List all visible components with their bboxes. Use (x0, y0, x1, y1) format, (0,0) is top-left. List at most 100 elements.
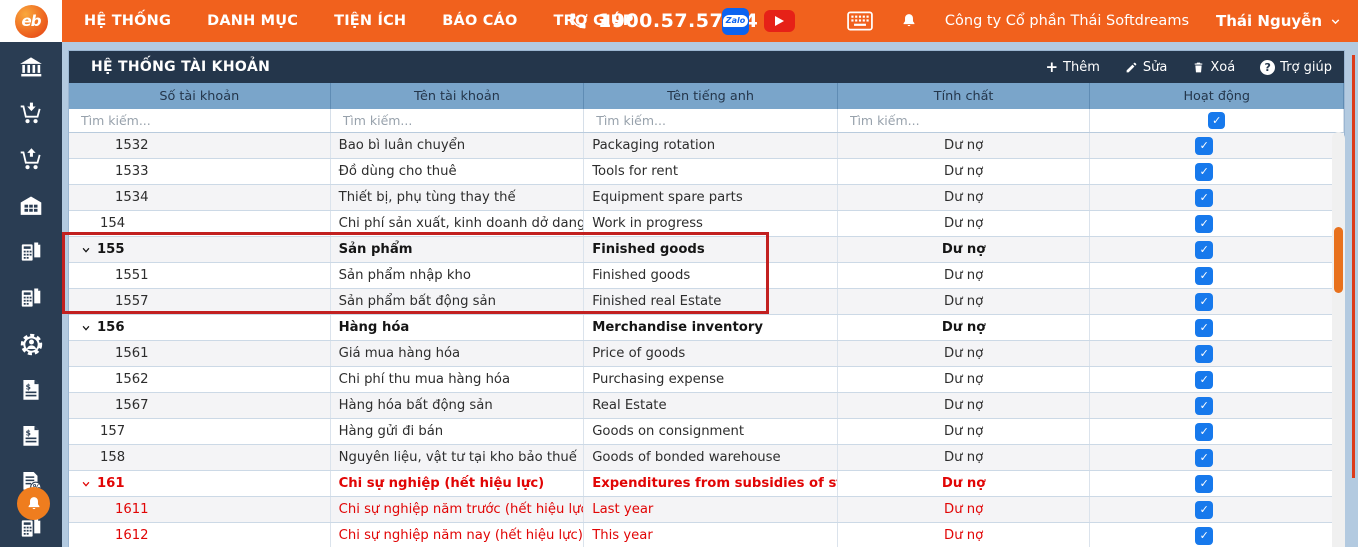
app-window: eb HỆ THỐNG DANH MỤC TIỆN ÍCH BÁO CÁO TRỢ GI… (0, 0, 1358, 547)
help-button[interactable]: ? Trợ giúp (1260, 59, 1332, 75)
menu-item-0[interactable]: HỆ THỐNG (84, 13, 171, 29)
table-row-1562[interactable]: 1562 Chi phí thu mua hàng hóa Purchasing e… (69, 367, 1344, 393)
sidebar-item-bank[interactable] (18, 55, 45, 81)
cell-account-code: 1551 (69, 263, 331, 288)
active-checkbox[interactable]: ✓ (1195, 396, 1214, 415)
table-row-1534[interactable]: 1534 Thiết bị, phụ tùng thay thế Equipment… (69, 185, 1344, 211)
active-checkbox[interactable]: ✓ (1195, 474, 1214, 493)
active-checkbox[interactable]: ✓ (1195, 318, 1214, 337)
search-input-2[interactable] (584, 113, 837, 128)
pencil-icon (1125, 61, 1138, 74)
search-input-3[interactable] (837, 113, 1090, 128)
active-checkbox[interactable]: ✓ (1195, 214, 1214, 233)
delete-button[interactable]: Xoá (1192, 60, 1235, 75)
sidebar-item-calculator-doc-2[interactable] (18, 285, 45, 311)
table-row-161[interactable]: 161 Chi sự nghiệp (hết hiệu lực) Expenditu… (69, 471, 1344, 497)
cell-english-name: Packaging rotation (584, 133, 838, 158)
active-checkbox[interactable]: ✓ (1195, 292, 1214, 311)
table-row-157[interactable]: 157 Hàng gửi đi bán Goods on consignment Dư… (69, 419, 1344, 445)
chevron-down-icon[interactable] (81, 479, 91, 489)
column-header-1[interactable]: Tên tài khoản (331, 83, 585, 109)
cell-account-code: 1611 (69, 497, 331, 522)
search-input-1[interactable] (330, 113, 584, 128)
active-checkbox[interactable]: ✓ (1195, 526, 1214, 545)
annotation-vertical-line (1352, 55, 1355, 478)
cell-english-name: Price of goods (584, 341, 838, 366)
table-row-1611[interactable]: 1611 Chi sự nghiệp năm trước (hết hiệu lự… (69, 497, 1344, 523)
chevron-down-icon[interactable] (81, 323, 91, 333)
account-code: 157 (100, 424, 126, 439)
user-menu[interactable]: Thái Nguyễn (1216, 12, 1342, 30)
table-row-1533[interactable]: 1533 Đồ dùng cho thuê Tools for rent Dư nợ ✓ (69, 159, 1344, 185)
youtube-icon[interactable] (764, 10, 795, 32)
account-code: 1533 (115, 164, 149, 179)
active-checkbox[interactable]: ✓ (1195, 136, 1214, 155)
menu-item-3[interactable]: BÁO CÁO (442, 13, 517, 29)
table-row-154[interactable]: 154 Chi phí sản xuất, kinh doanh dở dang W… (69, 211, 1344, 237)
cell-account-name: Bao bì luân chuyển (331, 133, 585, 158)
sidebar-item-purchase-cart[interactable] (18, 101, 45, 127)
column-header-2[interactable]: Tên tiếng anh (584, 83, 838, 109)
table-row-1567[interactable]: 1567 Hàng hóa bất động sản Real Estate Dư n… (69, 393, 1344, 419)
active-checkbox[interactable]: ✓ (1195, 188, 1214, 207)
active-checkbox[interactable]: ✓ (1195, 240, 1214, 259)
vertical-scrollbar-thumb[interactable] (1334, 227, 1343, 293)
active-checkbox[interactable]: ✓ (1195, 422, 1214, 441)
sidebar-item-calculator-doc-1[interactable] (18, 239, 45, 265)
sidebar-item-settings-user[interactable] (18, 331, 45, 357)
sidebar-item-invoice-2[interactable]: $ (18, 423, 45, 449)
table-row-1557[interactable]: 1557 Sản phẩm bất động sản Finished real E… (69, 289, 1344, 315)
user-name: Thái Nguyễn (1216, 12, 1322, 30)
active-checkbox[interactable]: ✓ (1195, 448, 1214, 467)
notification-bell-button[interactable] (17, 487, 50, 520)
column-header-0[interactable]: Số tài khoản (69, 83, 331, 109)
cell-english-name: Goods of bonded warehouse (584, 445, 838, 470)
topbar-menu: HỆ THỐNG DANH MỤC TIỆN ÍCH BÁO CÁO TRỢ GIÚP (84, 0, 634, 42)
cell-account-code: 161 (69, 471, 331, 496)
active-checkbox[interactable]: ✓ (1195, 266, 1214, 285)
cell-english-name: Expenditures from subsidies of stat... (584, 471, 838, 496)
table-row-1532[interactable]: 1532 Bao bì luân chuyển Packaging rotation… (69, 133, 1344, 159)
cell-account-code: 1532 (69, 133, 331, 158)
bell-icon[interactable] (900, 12, 918, 30)
table-row-1561[interactable]: 1561 Giá mua hàng hóa Price of goods Dư nợ ✓ (69, 341, 1344, 367)
active-checkbox[interactable]: ✓ (1195, 162, 1214, 181)
table-row-1612[interactable]: 1612 Chi sự nghiệp năm nay (hết hiệu lực)… (69, 523, 1344, 547)
keyboard-icon[interactable] (847, 11, 873, 31)
cell-english-name: Last year (584, 497, 838, 522)
cell-account-name: Sản phẩm (331, 237, 585, 262)
cell-account-name: Sản phẩm nhập kho (331, 263, 585, 288)
active-checkbox[interactable]: ✓ (1195, 344, 1214, 363)
youtube-play-icon (775, 16, 784, 26)
table-row-155[interactable]: 155 Sản phẩm Finished goods Dư nợ ✓ (69, 237, 1344, 263)
cell-account-name: Sản phẩm bất động sản (331, 289, 585, 314)
active-checkbox[interactable]: ✓ (1208, 112, 1226, 129)
cell-english-name: Merchandise inventory (584, 315, 838, 340)
table-row-158[interactable]: 158 Nguyên liệu, vật tư tại kho bảo thuế G… (69, 445, 1344, 471)
delete-button-label: Xoá (1210, 59, 1236, 75)
chevron-down-icon[interactable] (81, 245, 91, 255)
search-cell-active: ✓ (1090, 109, 1345, 132)
account-code: 158 (100, 450, 126, 465)
active-checkbox[interactable]: ✓ (1195, 370, 1214, 389)
sidebar-item-invoice-1[interactable]: $ (18, 377, 45, 403)
menu-item-1[interactable]: DANH MỤC (207, 13, 298, 29)
menu-item-2[interactable]: TIỆN ÍCH (334, 13, 406, 29)
app-logo[interactable]: eb (0, 0, 62, 42)
vertical-scrollbar-track[interactable] (1332, 132, 1345, 547)
sidebar-item-sales-cart[interactable] (18, 147, 45, 173)
cell-active: ✓ (1090, 445, 1344, 470)
add-button[interactable]: + Thêm (1045, 59, 1099, 75)
column-header-3[interactable]: Tính chất (838, 83, 1091, 109)
question-icon: ? (1260, 59, 1276, 75)
column-header-4[interactable]: Hoạt động (1090, 83, 1345, 109)
active-checkbox[interactable]: ✓ (1195, 500, 1214, 519)
zalo-icon[interactable]: Zalo (722, 7, 749, 35)
sidebar-item-warehouse[interactable] (18, 193, 45, 219)
search-input-0[interactable] (69, 113, 330, 128)
gear-user-icon (18, 331, 45, 358)
table-row-156[interactable]: 156 Hàng hóa Merchandise inventory Dư nợ ✓ (69, 315, 1344, 341)
edit-button[interactable]: Sửa (1125, 60, 1167, 75)
cell-nature: Dư nợ (838, 341, 1091, 366)
table-row-1551[interactable]: 1551 Sản phẩm nhập kho Finished goods Dư nợ… (69, 263, 1344, 289)
